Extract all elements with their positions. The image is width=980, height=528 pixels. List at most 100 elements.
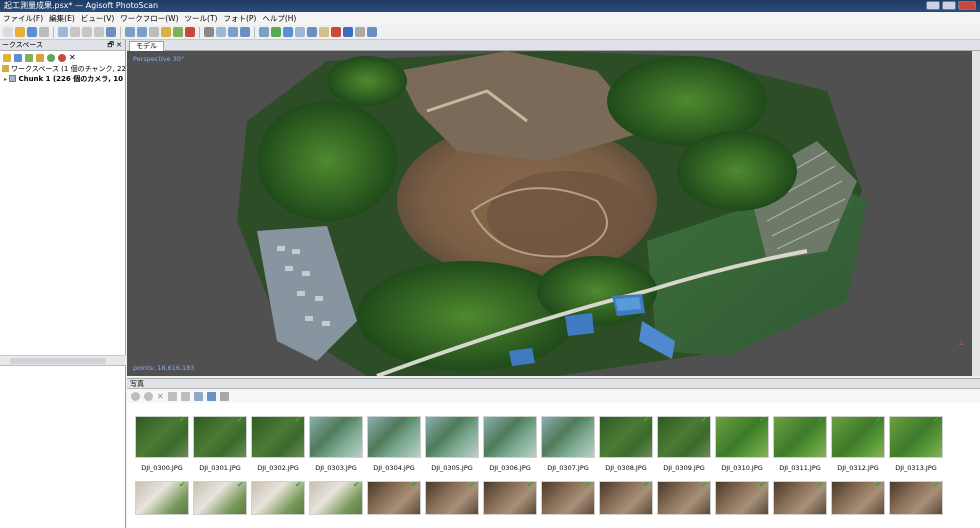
add-photos-icon[interactable] (14, 53, 22, 62)
toolbar-tool-icon[interactable] (367, 27, 377, 37)
grid-view-icon[interactable] (219, 391, 229, 401)
photo-thumbnail[interactable]: ✔ (309, 481, 363, 515)
rotate-right-icon[interactable] (180, 391, 190, 401)
photo-thumbnail[interactable]: ✔ DJI_0311.JPG (773, 416, 827, 472)
toolbar-tool-icon[interactable] (173, 27, 183, 37)
photo-thumbnail[interactable]: ✔ (135, 481, 189, 515)
details-view-icon[interactable] (206, 391, 216, 401)
photo-thumbnail[interactable]: ✔ (193, 481, 247, 515)
photo-thumbnail[interactable]: ✔ DJI_0305.JPG (425, 416, 479, 472)
photo-thumbnail[interactable]: ✔ DJI_0313.JPG (889, 416, 943, 472)
expand-icon[interactable]: ▸ (4, 76, 7, 83)
toolbar-tool-icon[interactable] (27, 27, 37, 37)
photo-thumbnail[interactable]: ✔ DJI_0310.JPG (715, 416, 769, 472)
photo-thumbnail[interactable]: ✔ (251, 481, 305, 515)
photo-thumbnail[interactable]: ✔ (831, 481, 885, 515)
menu-item-1[interactable]: 編集(E) (49, 12, 75, 25)
disable-icon[interactable] (58, 53, 66, 62)
toolbar-tool-icon[interactable] (82, 27, 92, 37)
photo-thumbnail[interactable]: ✔ (599, 481, 653, 515)
import-icon[interactable] (36, 53, 44, 62)
toolbar-tool-icon[interactable] (106, 27, 116, 37)
enable-icon[interactable] (47, 53, 55, 62)
photo-thumbnail[interactable]: ✔ DJI_0303.JPG (309, 416, 363, 472)
toolbar-tool-icon[interactable] (58, 27, 68, 37)
photo-image: ✔ (773, 481, 827, 515)
photo-label: DJI_0311.JPG (779, 464, 821, 472)
aligned-check-icon: ✔ (817, 416, 824, 424)
photo-thumbnail[interactable]: ✔ DJI_0306.JPG (483, 416, 537, 472)
menu-item-2[interactable]: ビュー(V) (81, 12, 114, 25)
toolbar-tool-icon[interactable] (343, 27, 353, 37)
enable-photo-icon[interactable] (131, 391, 140, 401)
viewport-scrollbar[interactable] (972, 51, 980, 376)
toolbar-tool-icon[interactable] (228, 27, 238, 37)
menu-item-0[interactable]: ファイル(F) (3, 12, 43, 25)
photo-thumbnail[interactable]: ✔ (889, 481, 943, 515)
menu-item-4[interactable]: ツール(T) (185, 12, 218, 25)
photo-thumbnail[interactable]: ✔ (715, 481, 769, 515)
photo-thumbnail[interactable]: ✔ DJI_0302.JPG (251, 416, 305, 472)
photo-thumbnail[interactable]: ✔ DJI_0304.JPG (367, 416, 421, 472)
toolbar-tool-icon[interactable] (3, 27, 13, 37)
toolbar-tool-icon[interactable] (216, 27, 226, 37)
toolbar-tool-icon[interactable] (259, 27, 269, 37)
remove-icon[interactable]: ✕ (69, 53, 76, 62)
rotate-left-icon[interactable] (167, 391, 177, 401)
aligned-check-icon: ✔ (353, 416, 360, 424)
menu-item-5[interactable]: フォト(P) (223, 12, 256, 25)
filter-icon[interactable] (193, 391, 203, 401)
photo-label: DJI_0307.JPG (547, 464, 589, 472)
toolbar-tool-icon[interactable] (185, 27, 195, 37)
toolbar-tool-icon[interactable] (204, 27, 214, 37)
photo-thumbnail[interactable]: ✔ DJI_0300.JPG (135, 416, 189, 472)
add-folder-icon[interactable] (25, 53, 33, 62)
photo-thumbnail[interactable]: ✔ (541, 481, 595, 515)
photo-label: DJI_0305.JPG (431, 464, 473, 472)
photo-thumbnail[interactable]: ✔ (773, 481, 827, 515)
toolbar-tool-icon[interactable] (331, 27, 341, 37)
toolbar-tool-icon[interactable] (240, 27, 250, 37)
toolbar-tool-icon[interactable] (15, 27, 25, 37)
toolbar-tool-icon[interactable] (137, 27, 147, 37)
close-button[interactable] (958, 1, 976, 10)
photo-thumbnail[interactable]: ✔ DJI_0309.JPG (657, 416, 711, 472)
toolbar-tool-icon[interactable] (295, 27, 305, 37)
disable-photo-icon[interactable] (144, 391, 153, 401)
toolbar-tool-icon[interactable] (283, 27, 293, 37)
toolbar-tool-icon[interactable] (149, 27, 159, 37)
toolbar-tool-icon[interactable] (319, 27, 329, 37)
toolbar-tool-icon[interactable] (355, 27, 365, 37)
photo-thumbnail[interactable]: ✔ DJI_0307.JPG (541, 416, 595, 472)
toolbar-tool-icon[interactable] (94, 27, 104, 37)
toolbar-tool-icon[interactable] (125, 27, 135, 37)
toolbar-tool-icon[interactable] (307, 27, 317, 37)
photo-thumbnail[interactable]: ✔ DJI_0312.JPG (831, 416, 885, 472)
toolbar-tool-icon[interactable] (271, 27, 281, 37)
add-chunk-icon[interactable] (3, 53, 11, 62)
toolbar-tool-icon[interactable] (70, 27, 80, 37)
photo-thumbnail[interactable]: ✔ (657, 481, 711, 515)
scrollbar-thumb[interactable] (10, 358, 106, 364)
minimize-button[interactable] (926, 1, 940, 10)
photo-label: DJI_0313.JPG (895, 464, 937, 472)
chunk-item[interactable]: ▸ Chunk 1 (226 個のカメラ, 10 マー (0, 74, 125, 84)
workspace-root[interactable]: ワークスペース (1 個のチャンク, 226 個 (0, 64, 125, 74)
photo-thumbnail[interactable]: ✔ (483, 481, 537, 515)
photo-thumbnail[interactable]: ✔ (367, 481, 421, 515)
workspace-scrollbar[interactable] (0, 355, 126, 365)
photo-label: DJI_0306.JPG (489, 464, 531, 472)
photo-thumbnail[interactable]: ✔ DJI_0308.JPG (599, 416, 653, 472)
photo-thumbnail[interactable]: ✔ (425, 481, 479, 515)
pane-controls[interactable]: 🗗 ✕ (107, 40, 122, 51)
maximize-button[interactable] (942, 1, 956, 10)
menu-item-6[interactable]: ヘルプ(H) (262, 12, 296, 25)
remove-photo-icon[interactable]: ✕ (157, 392, 164, 401)
photo-thumbnail[interactable]: ✔ DJI_0301.JPG (193, 416, 247, 472)
toolbar-tool-icon[interactable] (39, 27, 49, 37)
menu-item-3[interactable]: ワークフロー(W) (120, 12, 178, 25)
toolbar-tool-icon[interactable] (161, 27, 171, 37)
model-viewport[interactable]: Perspective 30° points: 18,616,183 ⟂ (127, 51, 972, 376)
tab-model[interactable]: モデル (129, 41, 164, 51)
photo-image: ✔ (541, 416, 595, 458)
